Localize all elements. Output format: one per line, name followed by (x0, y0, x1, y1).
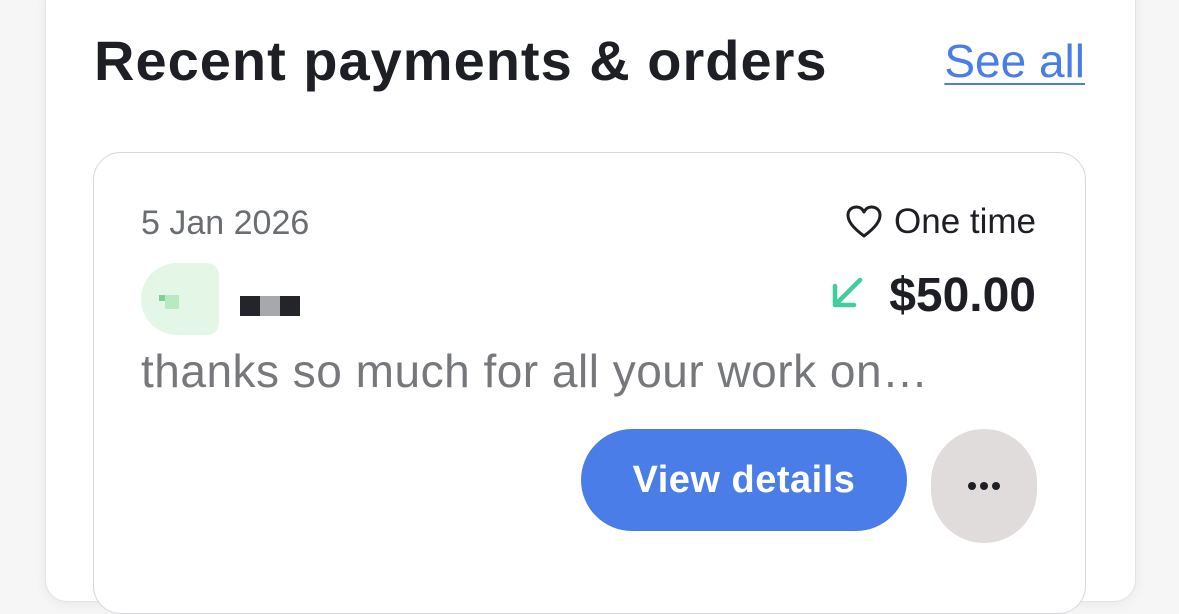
avatar-pixel (165, 295, 179, 309)
frequency-label: One time (894, 202, 1036, 241)
payment-amount-row: $50.00 (829, 268, 1036, 323)
avatar (141, 263, 219, 335)
payment-frequency: One time (846, 202, 1036, 242)
view-details-button[interactable]: View details (581, 429, 907, 531)
more-options-button[interactable] (931, 429, 1037, 543)
see-all-link[interactable]: See all (944, 34, 1085, 88)
section-title: Recent payments & orders (94, 29, 828, 92)
heart-outline-icon (846, 205, 882, 239)
ellipsis-icon (967, 479, 1001, 494)
payment-amount: $50.00 (889, 269, 1036, 322)
payment-message: thanks so much for all your work on… (141, 345, 929, 397)
arrow-down-left-icon (829, 275, 865, 316)
payer-name-redacted (240, 296, 300, 316)
payment-date: 5 Jan 2026 (141, 204, 310, 242)
